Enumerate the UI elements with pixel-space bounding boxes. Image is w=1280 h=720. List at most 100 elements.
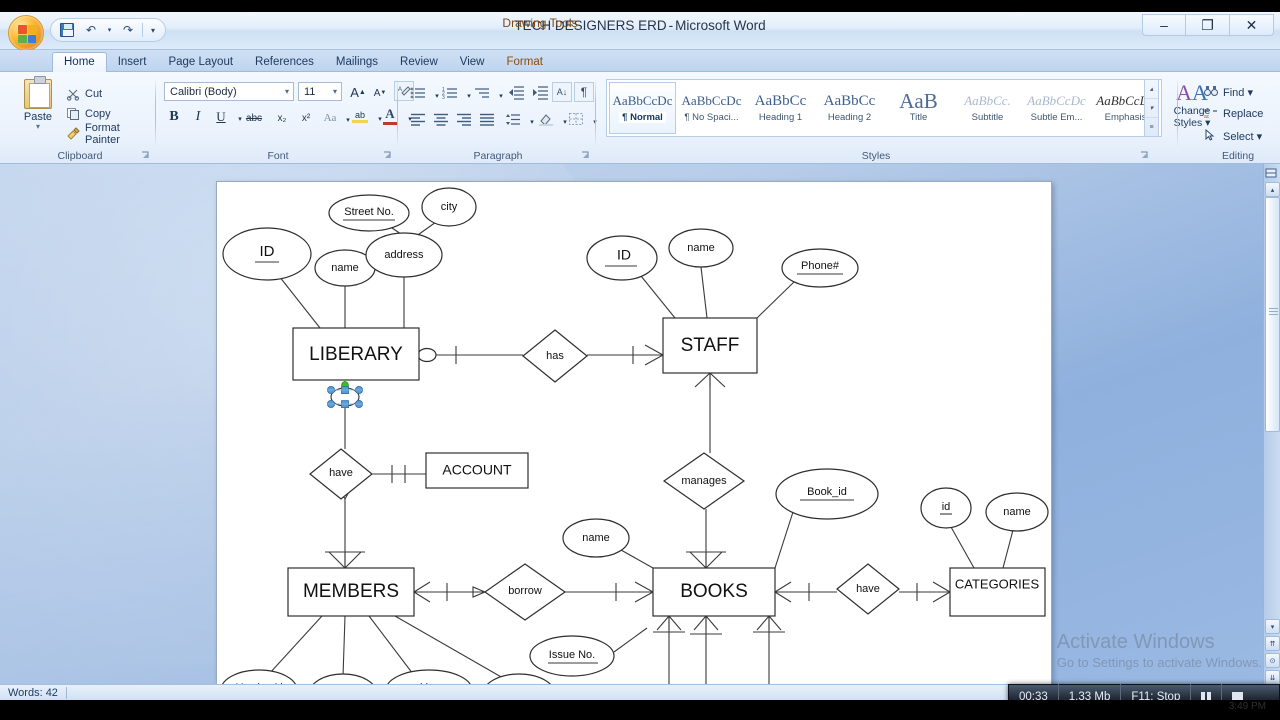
style-heading-1[interactable]: AaBbCc Heading 1 <box>747 82 814 134</box>
selected-shape-group[interactable] <box>327 380 363 409</box>
erd-entities[interactable]: LIBERARY STAFF ACCOUNT MEMBERS BOOKS CAT… <box>287 317 1046 617</box>
save-button[interactable] <box>57 21 77 40</box>
undo-button[interactable]: ↶ <box>81 21 101 40</box>
paste-caret-icon[interactable]: ▾ <box>16 123 60 131</box>
attribute-city-label: city <box>441 201 458 213</box>
bold-button[interactable]: B <box>164 107 184 127</box>
underline-button[interactable]: U <box>211 107 231 127</box>
scroll-down-button[interactable]: ▾ <box>1265 619 1280 634</box>
erd-diagram[interactable]: .ln { stroke:#3a3a3a; stroke-width:1.1; … <box>217 182 1052 684</box>
style-name: Heading 1 <box>758 112 803 123</box>
font-size-combo[interactable]: 11 ▾ <box>298 82 342 101</box>
customize-qat-button[interactable]: ▾ <box>147 21 159 40</box>
style-subtle-emphasis[interactable]: AaBbCcDc Subtle Em... <box>1023 82 1090 134</box>
document-page[interactable]: .ln { stroke:#3a3a3a; stroke-width:1.1; … <box>216 181 1052 684</box>
styles-more-button[interactable]: ≡ <box>1145 118 1158 136</box>
shrink-font-button[interactable]: A ▼ <box>370 83 390 103</box>
tab-mailings[interactable]: Mailings <box>325 53 389 72</box>
attribute-members-phone <box>486 673 552 684</box>
office-button[interactable] <box>8 15 44 51</box>
style-normal[interactable]: AaBbCcDc ¶ Normal <box>609 82 676 134</box>
style-name: Subtle Em... <box>1030 112 1083 123</box>
multilevel-list-button[interactable] <box>472 83 492 103</box>
previous-page-button[interactable]: ⇈ <box>1265 636 1280 651</box>
show-formatting-marks-button[interactable]: ¶ <box>574 82 594 102</box>
decrease-indent-button[interactable] <box>506 82 526 102</box>
find-button[interactable]: Find ▾ <box>1204 83 1253 101</box>
shading-button[interactable] <box>536 109 556 129</box>
change-case-button[interactable]: Aa <box>320 108 340 128</box>
tab-view[interactable]: View <box>449 53 496 72</box>
tab-review[interactable]: Review <box>389 53 449 72</box>
tab-references[interactable]: References <box>244 53 325 72</box>
styles-gallery-scrollbar[interactable]: ▴ ▾ ≡ <box>1144 79 1159 137</box>
styles-dialog-launcher[interactable] <box>1139 150 1150 161</box>
cut-button[interactable]: Cut <box>66 85 102 102</box>
borders-button[interactable] <box>566 109 586 129</box>
subscript-button[interactable]: x₂ <box>272 108 292 128</box>
window-title: TECH DESIGNERS ERD - Microsoft Word <box>0 18 1280 33</box>
next-page-button[interactable]: ⇊ <box>1265 670 1280 685</box>
align-right-button[interactable] <box>454 109 474 129</box>
superscript-button[interactable]: x² <box>296 108 316 128</box>
paste-button[interactable]: Paste ▾ <box>16 76 60 131</box>
line-spacing-button[interactable] <box>503 109 523 129</box>
ribbon-group-styles: AaBbCcDc ¶ Normal AaBbCcDc ¶ No Spaci...… <box>598 73 1210 163</box>
style-name: Title <box>909 112 928 123</box>
sort-button[interactable]: A↓ <box>552 82 572 102</box>
style-heading-2[interactable]: AaBbCc Heading 2 <box>816 82 883 134</box>
justify-button[interactable] <box>477 109 497 129</box>
ribbon: Paste ▾ Cut Copy Format Painter Clipboar… <box>0 72 1280 164</box>
scroll-up-button[interactable]: ▴ <box>1265 182 1280 197</box>
replace-label: Replace <box>1223 108 1264 120</box>
select-browse-object-button[interactable]: ⊙ <box>1265 653 1280 668</box>
undo-dropdown-caret-icon[interactable]: ▾ <box>105 21 114 40</box>
styles-scroll-up-button[interactable]: ▴ <box>1145 80 1158 99</box>
word-application-window: ↶ ▾ ↷ ▾ TECH DESIGNERS ERD - Microsoft Wor… <box>0 12 1280 710</box>
numbering-button[interactable]: 123 <box>440 83 460 103</box>
redo-button[interactable]: ↷ <box>118 21 138 40</box>
select-button[interactable]: Select ▾ <box>1204 127 1262 145</box>
style-subtitle[interactable]: AaBbCc. Subtitle <box>954 82 1021 134</box>
entity-members-label: MEMBERS <box>303 581 399 602</box>
style-preview: AaBbCc <box>823 93 876 109</box>
split-window-handle[interactable] <box>1264 165 1279 180</box>
text-highlight-button[interactable]: ab <box>350 106 370 126</box>
copy-button[interactable]: Copy <box>66 105 111 122</box>
scrollbar-grip-icon <box>1269 308 1278 315</box>
tab-format[interactable]: Format <box>495 53 553 72</box>
italic-button[interactable]: I <box>188 107 208 127</box>
restore-button[interactable]: ❐ <box>1186 14 1230 36</box>
minimize-button[interactable]: – <box>1142 14 1186 36</box>
styles-scroll-down-button[interactable]: ▾ <box>1145 99 1158 118</box>
highlight-label: ab <box>354 109 365 120</box>
tab-home[interactable]: Home <box>52 52 107 72</box>
attribute-staff-id-label: ID <box>617 247 631 263</box>
word-count-status[interactable]: Words: 42 <box>0 686 66 701</box>
bullets-button[interactable] <box>408 83 428 103</box>
font-dialog-launcher[interactable] <box>382 150 393 161</box>
clipboard-dialog-launcher[interactable] <box>140 150 151 161</box>
paragraph-dialog-launcher[interactable] <box>580 150 591 161</box>
desktop-taskbar: 3:49 PM <box>0 700 1280 720</box>
increase-indent-button[interactable] <box>530 82 550 102</box>
grow-font-label: A <box>350 84 359 100</box>
vertical-scrollbar[interactable]: ▴ ▾ ⇈ ⊙ ⇊ <box>1263 164 1280 685</box>
scrollbar-thumb[interactable] <box>1265 197 1280 432</box>
tab-insert[interactable]: Insert <box>107 53 158 72</box>
style-preview: AaBbCcDc <box>612 93 673 108</box>
editing-group-label: Editing <box>1221 150 1255 162</box>
tab-page-layout[interactable]: Page Layout <box>157 53 244 72</box>
svg-text:3: 3 <box>442 95 445 100</box>
align-left-button[interactable] <box>408 109 428 129</box>
style-no-spacing[interactable]: AaBbCcDc ¶ No Spaci... <box>678 82 745 134</box>
font-name-combo[interactable]: Calibri (Body) ▾ <box>164 82 294 101</box>
erd-attributes-clipped-bottom[interactable]: Member id name address phone <box>221 669 555 684</box>
strikethrough-button[interactable]: abc <box>244 108 264 128</box>
grow-font-button[interactable]: A ▲ <box>348 82 368 102</box>
align-center-button[interactable] <box>431 109 451 129</box>
format-painter-button[interactable]: Format Painter <box>66 122 156 146</box>
close-button[interactable]: ✕ <box>1230 14 1274 36</box>
replace-button[interactable]: ab ac Replace <box>1204 105 1263 123</box>
style-title[interactable]: AaB Title <box>885 82 952 134</box>
